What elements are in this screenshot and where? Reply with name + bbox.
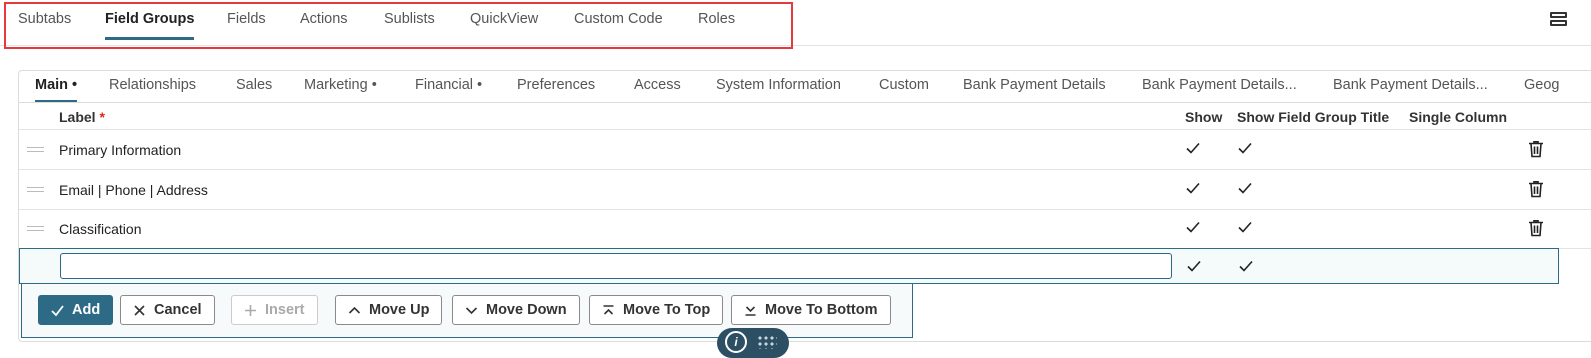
- chevron-up-icon: [348, 306, 361, 314]
- check-icon: [51, 304, 64, 316]
- show-title-check-icon[interactable]: [1237, 219, 1253, 235]
- subtab-bank-payment-details[interactable]: Bank Payment Details: [963, 77, 1106, 100]
- subtab-access[interactable]: Access: [634, 77, 681, 100]
- drag-handle-icon[interactable]: [27, 147, 44, 152]
- subtab-preferences[interactable]: Preferences: [517, 77, 595, 100]
- show-check-icon[interactable]: [1185, 180, 1201, 196]
- info-widget[interactable]: i: [717, 328, 789, 358]
- move-to-top-button[interactable]: Move To Top: [589, 295, 724, 325]
- subtab-geog[interactable]: Geog: [1524, 77, 1559, 100]
- move-to-bottom-button[interactable]: Move To Bottom: [731, 295, 891, 325]
- layout-menu-icon[interactable]: [1550, 12, 1570, 32]
- table-row[interactable]: Classification: [19, 209, 1591, 249]
- top-tab-bar: Subtabs Field Groups Fields Actions Subl…: [0, 0, 1591, 49]
- trash-icon[interactable]: [1526, 218, 1546, 238]
- tab-subtabs[interactable]: Subtabs: [18, 11, 71, 37]
- tab-quickview[interactable]: QuickView: [470, 11, 538, 37]
- move-to-top-icon: [603, 304, 614, 315]
- show-title-check-icon[interactable]: [1238, 258, 1254, 274]
- row-label: Primary Information: [59, 142, 182, 158]
- subtab-financial[interactable]: Financial •: [415, 77, 482, 100]
- trash-icon[interactable]: [1526, 179, 1546, 199]
- subtab-bank-payment-details-2[interactable]: Bank Payment Details...: [1142, 77, 1297, 100]
- tab-roles[interactable]: Roles: [698, 11, 735, 37]
- label-input[interactable]: [60, 253, 1172, 279]
- trash-icon[interactable]: [1526, 139, 1546, 159]
- subtab-relationships[interactable]: Relationships: [109, 77, 196, 100]
- move-down-button[interactable]: Move Down: [452, 295, 580, 325]
- subtab-sales[interactable]: Sales: [236, 77, 272, 100]
- field-groups-panel: Main • Relationships Sales Marketing • F…: [18, 70, 1591, 342]
- column-header-label: Label *: [59, 109, 105, 125]
- column-header-show-title: Show Field Group Title: [1237, 109, 1390, 125]
- subtab-custom[interactable]: Custom: [879, 77, 929, 100]
- drag-handle-icon[interactable]: [27, 226, 44, 231]
- column-header-single-column: Single Column: [1409, 109, 1507, 125]
- column-header-show: Show: [1185, 109, 1223, 125]
- new-row: [19, 248, 1559, 284]
- row-label: Classification: [59, 221, 142, 237]
- subtab-main[interactable]: Main •: [35, 77, 78, 102]
- grip-dots-icon[interactable]: [757, 335, 777, 349]
- subtab-marketing[interactable]: Marketing •: [304, 77, 377, 100]
- move-up-button[interactable]: Move Up: [335, 295, 443, 325]
- show-check-icon[interactable]: [1186, 258, 1202, 274]
- show-check-icon[interactable]: [1185, 219, 1201, 235]
- add-button[interactable]: Add: [38, 295, 114, 325]
- show-title-check-icon[interactable]: [1237, 140, 1253, 156]
- row-label: Email | Phone | Address: [59, 182, 208, 198]
- plus-icon: [245, 304, 256, 316]
- subtab-system-information[interactable]: System Information: [716, 77, 841, 100]
- move-to-bottom-icon: [745, 305, 756, 316]
- tab-actions[interactable]: Actions: [300, 11, 348, 37]
- table-row[interactable]: Primary Information: [19, 130, 1591, 170]
- show-check-icon[interactable]: [1185, 140, 1201, 156]
- show-title-check-icon[interactable]: [1237, 180, 1253, 196]
- cancel-button[interactable]: Cancel: [120, 295, 215, 325]
- required-mark: *: [99, 109, 105, 125]
- close-icon: [134, 304, 145, 316]
- tab-custom-code[interactable]: Custom Code: [574, 11, 663, 37]
- drag-handle-icon[interactable]: [27, 187, 44, 192]
- chevron-down-icon: [465, 306, 478, 314]
- tab-sublists[interactable]: Sublists: [384, 11, 435, 37]
- sub-tab-bar: Main • Relationships Sales Marketing • F…: [19, 71, 1591, 103]
- table-row[interactable]: Email | Phone | Address: [19, 170, 1591, 210]
- subtab-bank-payment-details-3[interactable]: Bank Payment Details...: [1333, 77, 1488, 100]
- tab-fields[interactable]: Fields: [227, 11, 266, 37]
- tab-field-groups[interactable]: Field Groups: [105, 11, 195, 40]
- insert-button[interactable]: Insert: [231, 295, 318, 325]
